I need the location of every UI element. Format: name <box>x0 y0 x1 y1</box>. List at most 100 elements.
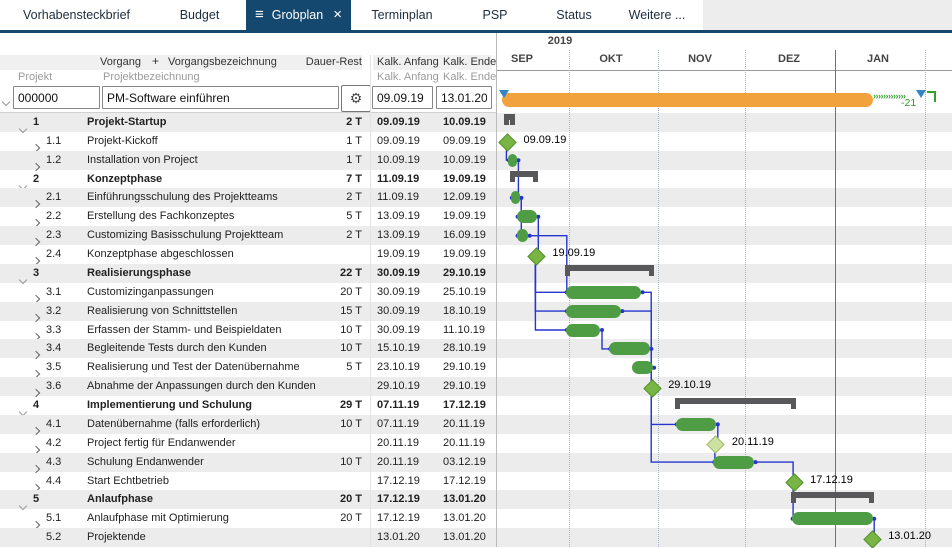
task-row-4.1[interactable]: 4.1Datenübernahme (falls erforderlich)10… <box>0 415 952 434</box>
gantt-bar-2.2[interactable] <box>517 210 537 223</box>
tab-weitere[interactable]: Weitere ... <box>611 0 703 30</box>
gantt-bar-5.1[interactable] <box>792 512 873 525</box>
task-row-4.3[interactable]: 4.3Schulung Endanwender10 T20.11.1903.12… <box>0 453 952 472</box>
col-header-vorgang: Vorgang <box>100 55 141 70</box>
task-end-date: 29.10.19 <box>443 358 486 377</box>
task-duration: 10 T <box>290 321 362 340</box>
task-row-3[interactable]: 3Realisierungsphase22 T30.09.1929.10.19 <box>0 264 952 283</box>
project-summary-bar[interactable] <box>502 93 873 107</box>
tab-terminplan[interactable]: Terminplan <box>351 0 453 30</box>
gantt-bar-3.2[interactable] <box>566 305 621 318</box>
task-start-date: 29.10.19 <box>377 377 420 396</box>
gantt-bar-4.1[interactable] <box>676 418 717 431</box>
tab-bar: VorhabensteckbriefBudget≡Grobplan×Termin… <box>0 0 952 33</box>
task-name: Customizing Basisschulung Projektteam <box>87 226 283 245</box>
gantt-bar-3.4[interactable] <box>609 342 650 355</box>
col-header-kalk-anfang: Kalk. Anfang <box>377 55 439 70</box>
col-header-vorgangsbezeichnung: Vorgangsbezeichnung <box>168 55 277 70</box>
task-duration: 2 T <box>290 188 362 207</box>
task-start-date: 10.09.19 <box>377 151 420 170</box>
month-label-dez: DEZ <box>769 53 809 65</box>
task-end-date: 03.12.19 <box>443 453 486 472</box>
gantt-bar-1.2[interactable] <box>508 154 517 167</box>
task-end-date: 19.09.19 <box>443 170 486 189</box>
project-end-marker[interactable] <box>916 90 926 98</box>
task-row-3.6[interactable]: 3.6Abnahme der Anpassungen durch den Kun… <box>0 377 952 396</box>
gantt-bar-3.1[interactable] <box>566 286 641 299</box>
milestone-date-label: 17.12.19 <box>810 474 853 486</box>
task-number: 3.6 <box>46 377 61 396</box>
project-start-marker[interactable] <box>499 90 509 98</box>
task-name: Anlaufphase mit Optimierung <box>87 509 229 528</box>
task-row-2[interactable]: 2Konzeptphase7 T11.09.1919.09.19 <box>0 170 952 189</box>
tab-status[interactable]: Status <box>537 0 611 30</box>
month-label-jan: JAN <box>858 53 898 65</box>
summary-right-hook <box>791 398 796 409</box>
task-name: Einführungsschulung des Projektteams <box>87 188 278 207</box>
gantt-bar-3.5[interactable] <box>632 361 652 374</box>
task-end-date: 19.09.19 <box>443 245 486 264</box>
task-row-3.5[interactable]: 3.5Realisierung und Test der Datenüberna… <box>0 358 952 377</box>
task-number: 3.3 <box>46 321 61 340</box>
task-name: Realisierung und Test der Datenübernahme <box>87 358 300 377</box>
add-task-icon[interactable]: + <box>152 54 159 69</box>
task-row-2.4[interactable]: 2.4Konzeptphase abgeschlossen19.09.1919.… <box>0 245 952 264</box>
task-row-4.2[interactable]: 4.2Project fertig für Endanwender20.11.1… <box>0 434 952 453</box>
task-start-date: 19.09.19 <box>377 245 420 264</box>
gantt-bar-3.3[interactable] <box>566 324 601 337</box>
task-row-2.3[interactable]: 2.3 Customizing Basisschulung Projektteam… <box>0 226 952 245</box>
task-name: Realisierung von Schnittstellen <box>87 302 237 321</box>
subheader-projekt: Projekt <box>18 70 52 85</box>
project-end-input[interactable] <box>436 86 492 109</box>
task-row-1.1[interactable]: 1.1Projekt-Kickoff1 T09.09.1909.09.19 <box>0 132 952 151</box>
task-number: 2.3 <box>46 226 61 245</box>
task-row-1[interactable]: 1Projekt-Startup2 T09.09.1910.09.19 <box>0 113 952 132</box>
gantt-bar-4.3[interactable] <box>713 456 754 469</box>
task-row-5.2[interactable]: 5.2Projektende13.01.2013.01.20 <box>0 528 952 547</box>
close-icon[interactable]: × <box>333 0 342 30</box>
task-duration: 5 T <box>290 358 362 377</box>
task-end-date: 16.09.19 <box>443 226 486 245</box>
task-row-1.2[interactable]: 1.2Installation von Project1 T10.09.1910… <box>0 151 952 170</box>
tab-grobplan[interactable]: ≡Grobplan× <box>246 0 351 30</box>
project-expand-chevron[interactable] <box>3 92 9 110</box>
task-row-4[interactable]: 4Implementierung und Schulung29 T07.11.1… <box>0 396 952 415</box>
milestone-date-label: 20.11.19 <box>732 436 774 448</box>
project-start-input[interactable] <box>372 86 433 109</box>
task-row-3.3[interactable]: 3.3 Erfassen der Stamm- und Beispieldaten… <box>0 321 952 340</box>
project-name-input[interactable] <box>102 86 339 109</box>
gantt-bar-2.1[interactable] <box>511 191 520 204</box>
gantt-summary-bar-4[interactable] <box>675 398 796 404</box>
tab-budget[interactable]: Budget <box>153 0 246 30</box>
task-row-3.4[interactable]: 3.4Begleitende Tests durch den Kunden10 … <box>0 339 952 358</box>
column-divider <box>370 55 371 547</box>
task-name: Installation von Project <box>87 151 198 170</box>
task-name: Begleitende Tests durch den Kunden <box>87 339 267 358</box>
task-row-2.2[interactable]: 2.2Erstellung des Fachkonzeptes5 T13.09.… <box>0 207 952 226</box>
task-end-date: 25.10.19 <box>443 283 486 302</box>
milestone-date-label: 19.09.19 <box>552 247 595 259</box>
milestone-date-label: 09.09.19 <box>524 134 567 146</box>
tab-psp[interactable]: PSP <box>453 0 537 30</box>
task-row-2.1[interactable]: 2.1Einführungsschulung des Projektteams2… <box>0 188 952 207</box>
gantt-bar-2.3[interactable] <box>517 229 529 242</box>
menu-icon: ≡ <box>255 0 264 30</box>
summary-right-hook <box>869 492 874 503</box>
task-row-3.1[interactable]: 3.1Customizinganpassungen20 T30.09.1925.… <box>0 283 952 302</box>
tab-vorhabensteckbrief[interactable]: Vorhabensteckbrief <box>0 0 153 30</box>
subheader-kalk-anfang: Kalk. Anfang <box>377 70 439 85</box>
project-settings-button[interactable]: ⚙ <box>341 85 371 112</box>
gridline-month <box>925 50 926 547</box>
gantt-divider[interactable] <box>496 33 497 547</box>
task-start-date: 23.10.19 <box>377 358 420 377</box>
task-row-3.2[interactable]: 3.2Realisierung von Schnittstellen15 T30… <box>0 302 952 321</box>
task-end-date: 11.10.19 <box>443 321 485 340</box>
task-number: 2.4 <box>46 245 61 264</box>
task-name: Erfassen der Stamm- und Beispieldaten <box>87 321 281 340</box>
project-id-input[interactable] <box>13 86 100 109</box>
task-end-date: 09.09.19 <box>443 132 486 151</box>
gantt-summary-bar-5[interactable] <box>791 492 874 498</box>
task-number: 1.1 <box>46 132 61 151</box>
gantt-summary-bar-3[interactable] <box>565 265 654 271</box>
task-duration: 2 T <box>290 113 362 132</box>
